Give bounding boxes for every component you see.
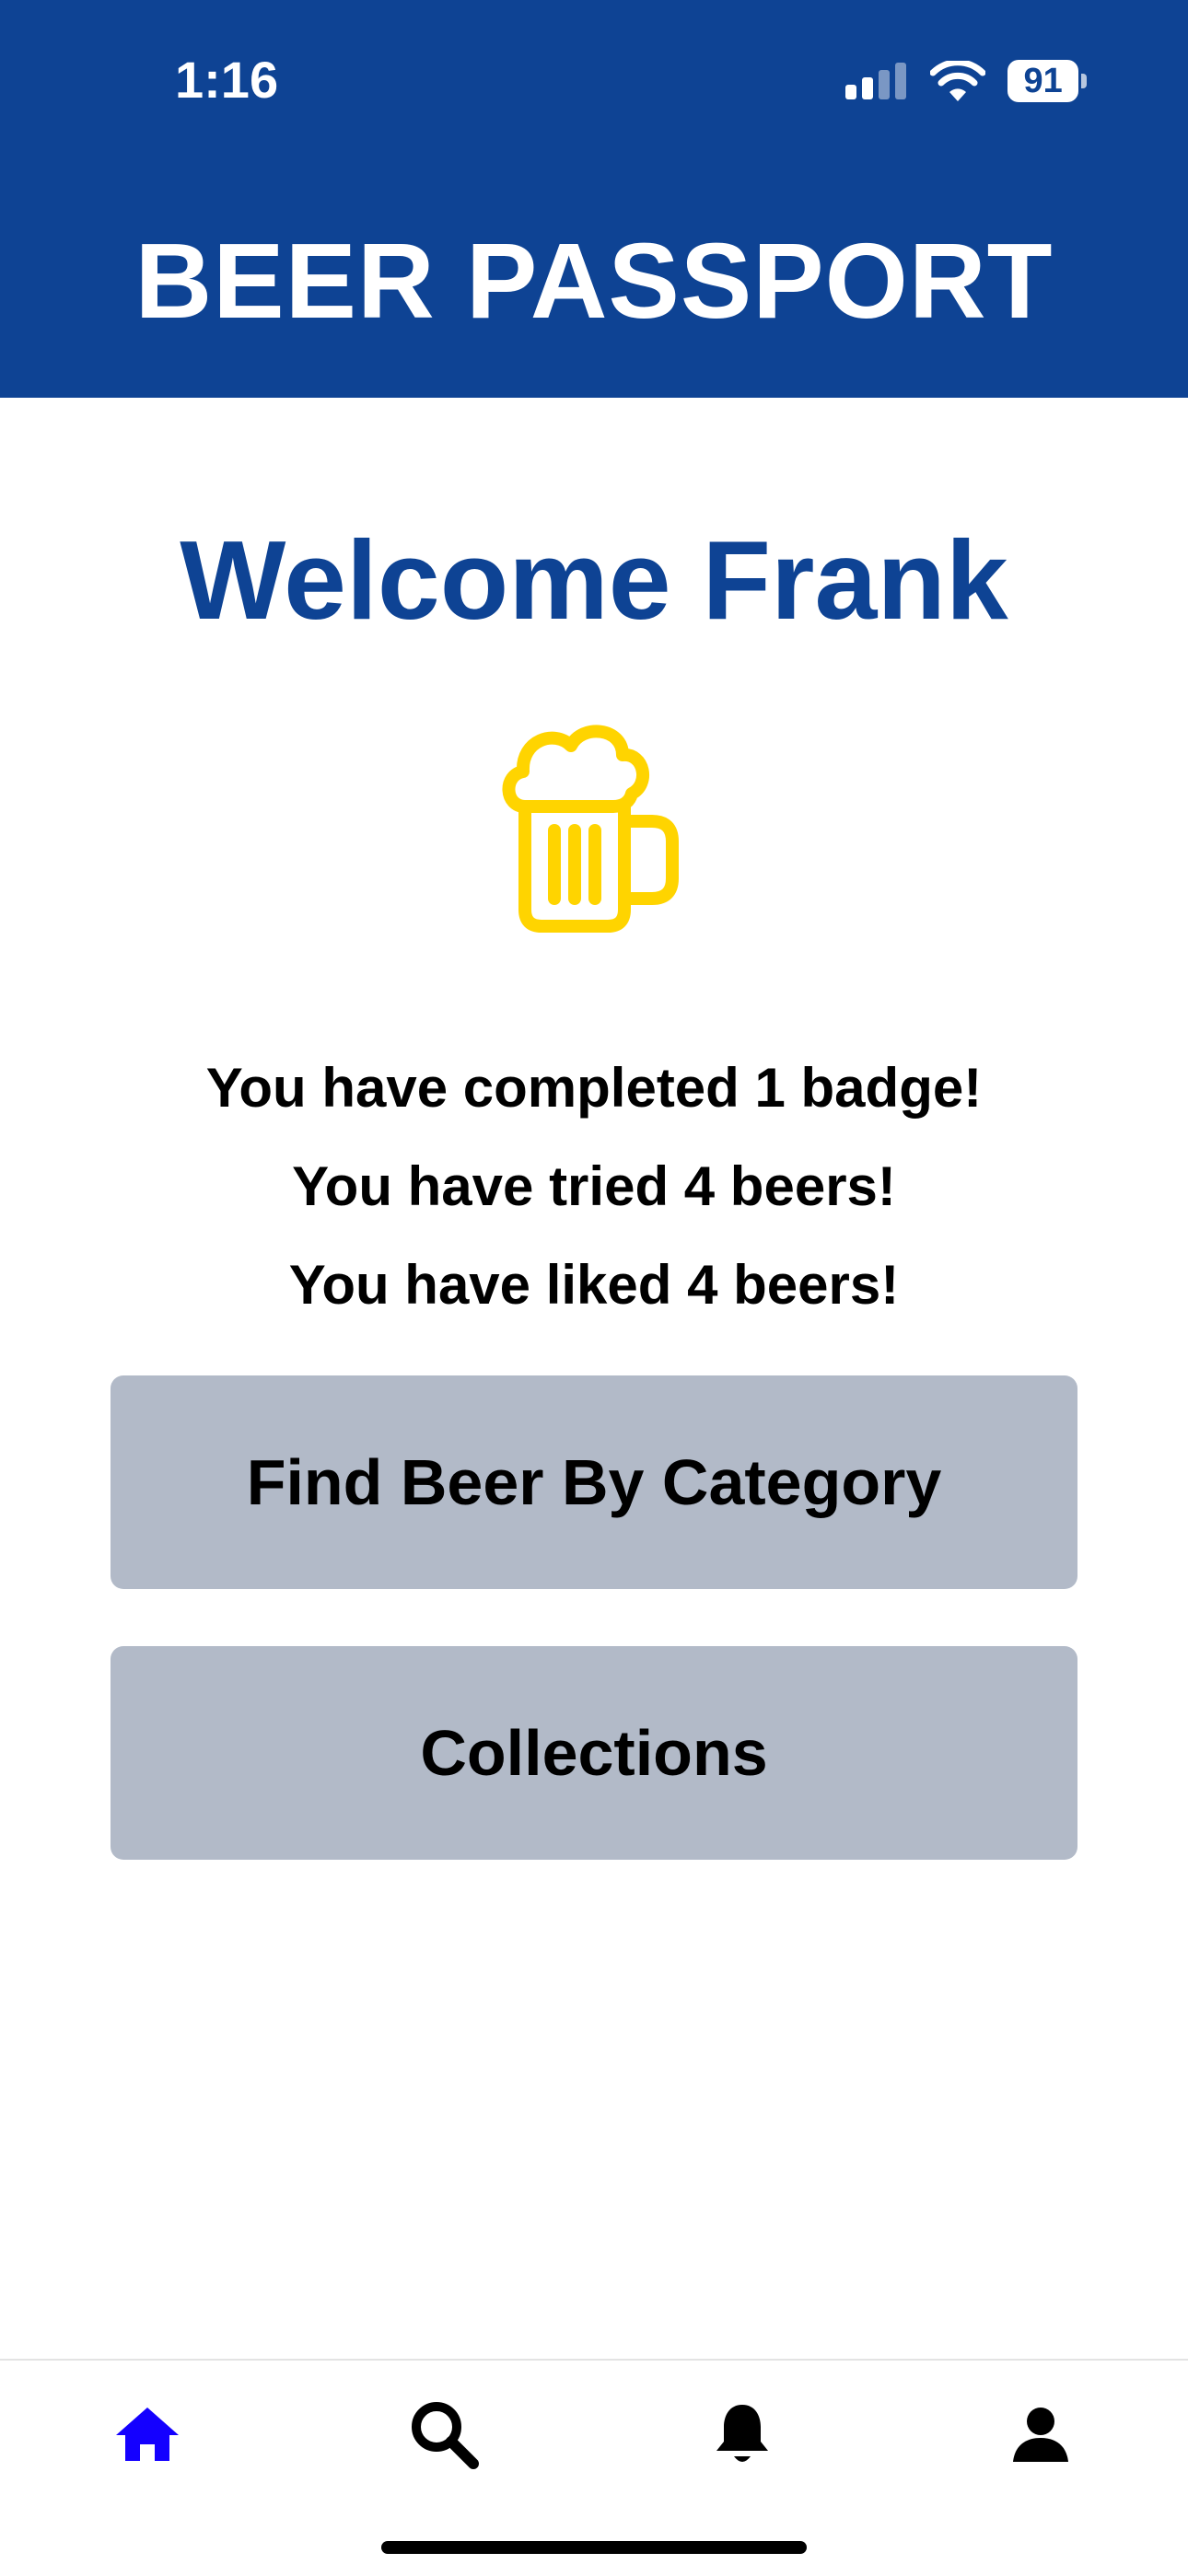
user-icon: [1013, 2408, 1068, 2462]
home-indicator[interactable]: [381, 2541, 807, 2554]
status-indicators: 91: [845, 53, 1087, 109]
find-beer-by-category-button[interactable]: Find Beer By Category: [111, 1375, 1077, 1589]
battery-indicator: 91: [1007, 60, 1087, 102]
bell-icon: [716, 2405, 768, 2462]
app-header: 1:16 91 BEER PASSPORT: [0, 0, 1188, 398]
stat-liked: You have liked 4 beers!: [288, 1254, 900, 1316]
tab-home[interactable]: [111, 2397, 184, 2471]
battery-tip: [1081, 74, 1087, 88]
beer-mug-icon: [502, 725, 679, 933]
app-title: BEER PASSPORT: [134, 221, 1054, 341]
tab-profile[interactable]: [1004, 2397, 1077, 2471]
home-icon: [116, 2408, 179, 2461]
search-icon: [412, 2402, 479, 2469]
cellular-signal-icon: [845, 63, 906, 99]
status-time: 1:16: [175, 51, 279, 109]
stat-badges: You have completed 1 badge!: [205, 1057, 983, 1119]
wifi-icon: [930, 61, 985, 101]
welcome-heading: Welcome Frank: [180, 517, 1008, 643]
collections-button[interactable]: Collections: [111, 1646, 1077, 1860]
tab-notifications[interactable]: [705, 2397, 779, 2471]
battery-level: 91: [1007, 60, 1079, 102]
find-beer-by-category-label: Find Beer By Category: [246, 1446, 942, 1518]
collections-label: Collections: [420, 1717, 768, 1789]
tab-search[interactable]: [407, 2397, 481, 2471]
stats-summary: You have completed 1 badge! You have tri…: [0, 1039, 1188, 1334]
stat-tried: You have tried 4 beers!: [292, 1155, 896, 1217]
